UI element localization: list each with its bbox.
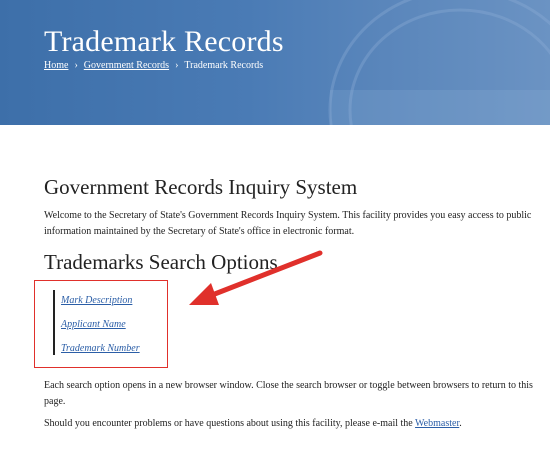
- annotation-highlight-box: [34, 280, 168, 368]
- breadcrumb-separator: ›: [175, 60, 179, 71]
- webmaster-link[interactable]: Webmaster: [415, 418, 459, 429]
- page-title: Trademark Records: [44, 25, 284, 58]
- breadcrumb-current: Trademark Records: [184, 60, 264, 71]
- breadcrumb-separator: ›: [74, 60, 78, 71]
- contact-end: .: [459, 418, 462, 429]
- capitol-dome-image: [328, 0, 550, 125]
- breadcrumb-government-records-link[interactable]: Government Records: [84, 60, 169, 71]
- contact-paragraph: Should you encounter problems or have qu…: [44, 416, 544, 432]
- annotation-arrow-icon: [189, 250, 323, 305]
- breadcrumb: Home › Government Records › Trademark Record…: [44, 60, 263, 71]
- welcome-paragraph: Welcome to the Secretary of State's Gove…: [44, 210, 532, 237]
- search-window-note: Each search option opens in a new browse…: [44, 380, 533, 407]
- header-banner: Trademark Records Home › Government Record…: [0, 0, 550, 125]
- inquiry-heading: Government Records Inquiry System: [44, 175, 358, 199]
- contact-text: Should you encounter problems or have qu…: [44, 418, 416, 429]
- breadcrumb-home-link[interactable]: Home: [44, 60, 68, 71]
